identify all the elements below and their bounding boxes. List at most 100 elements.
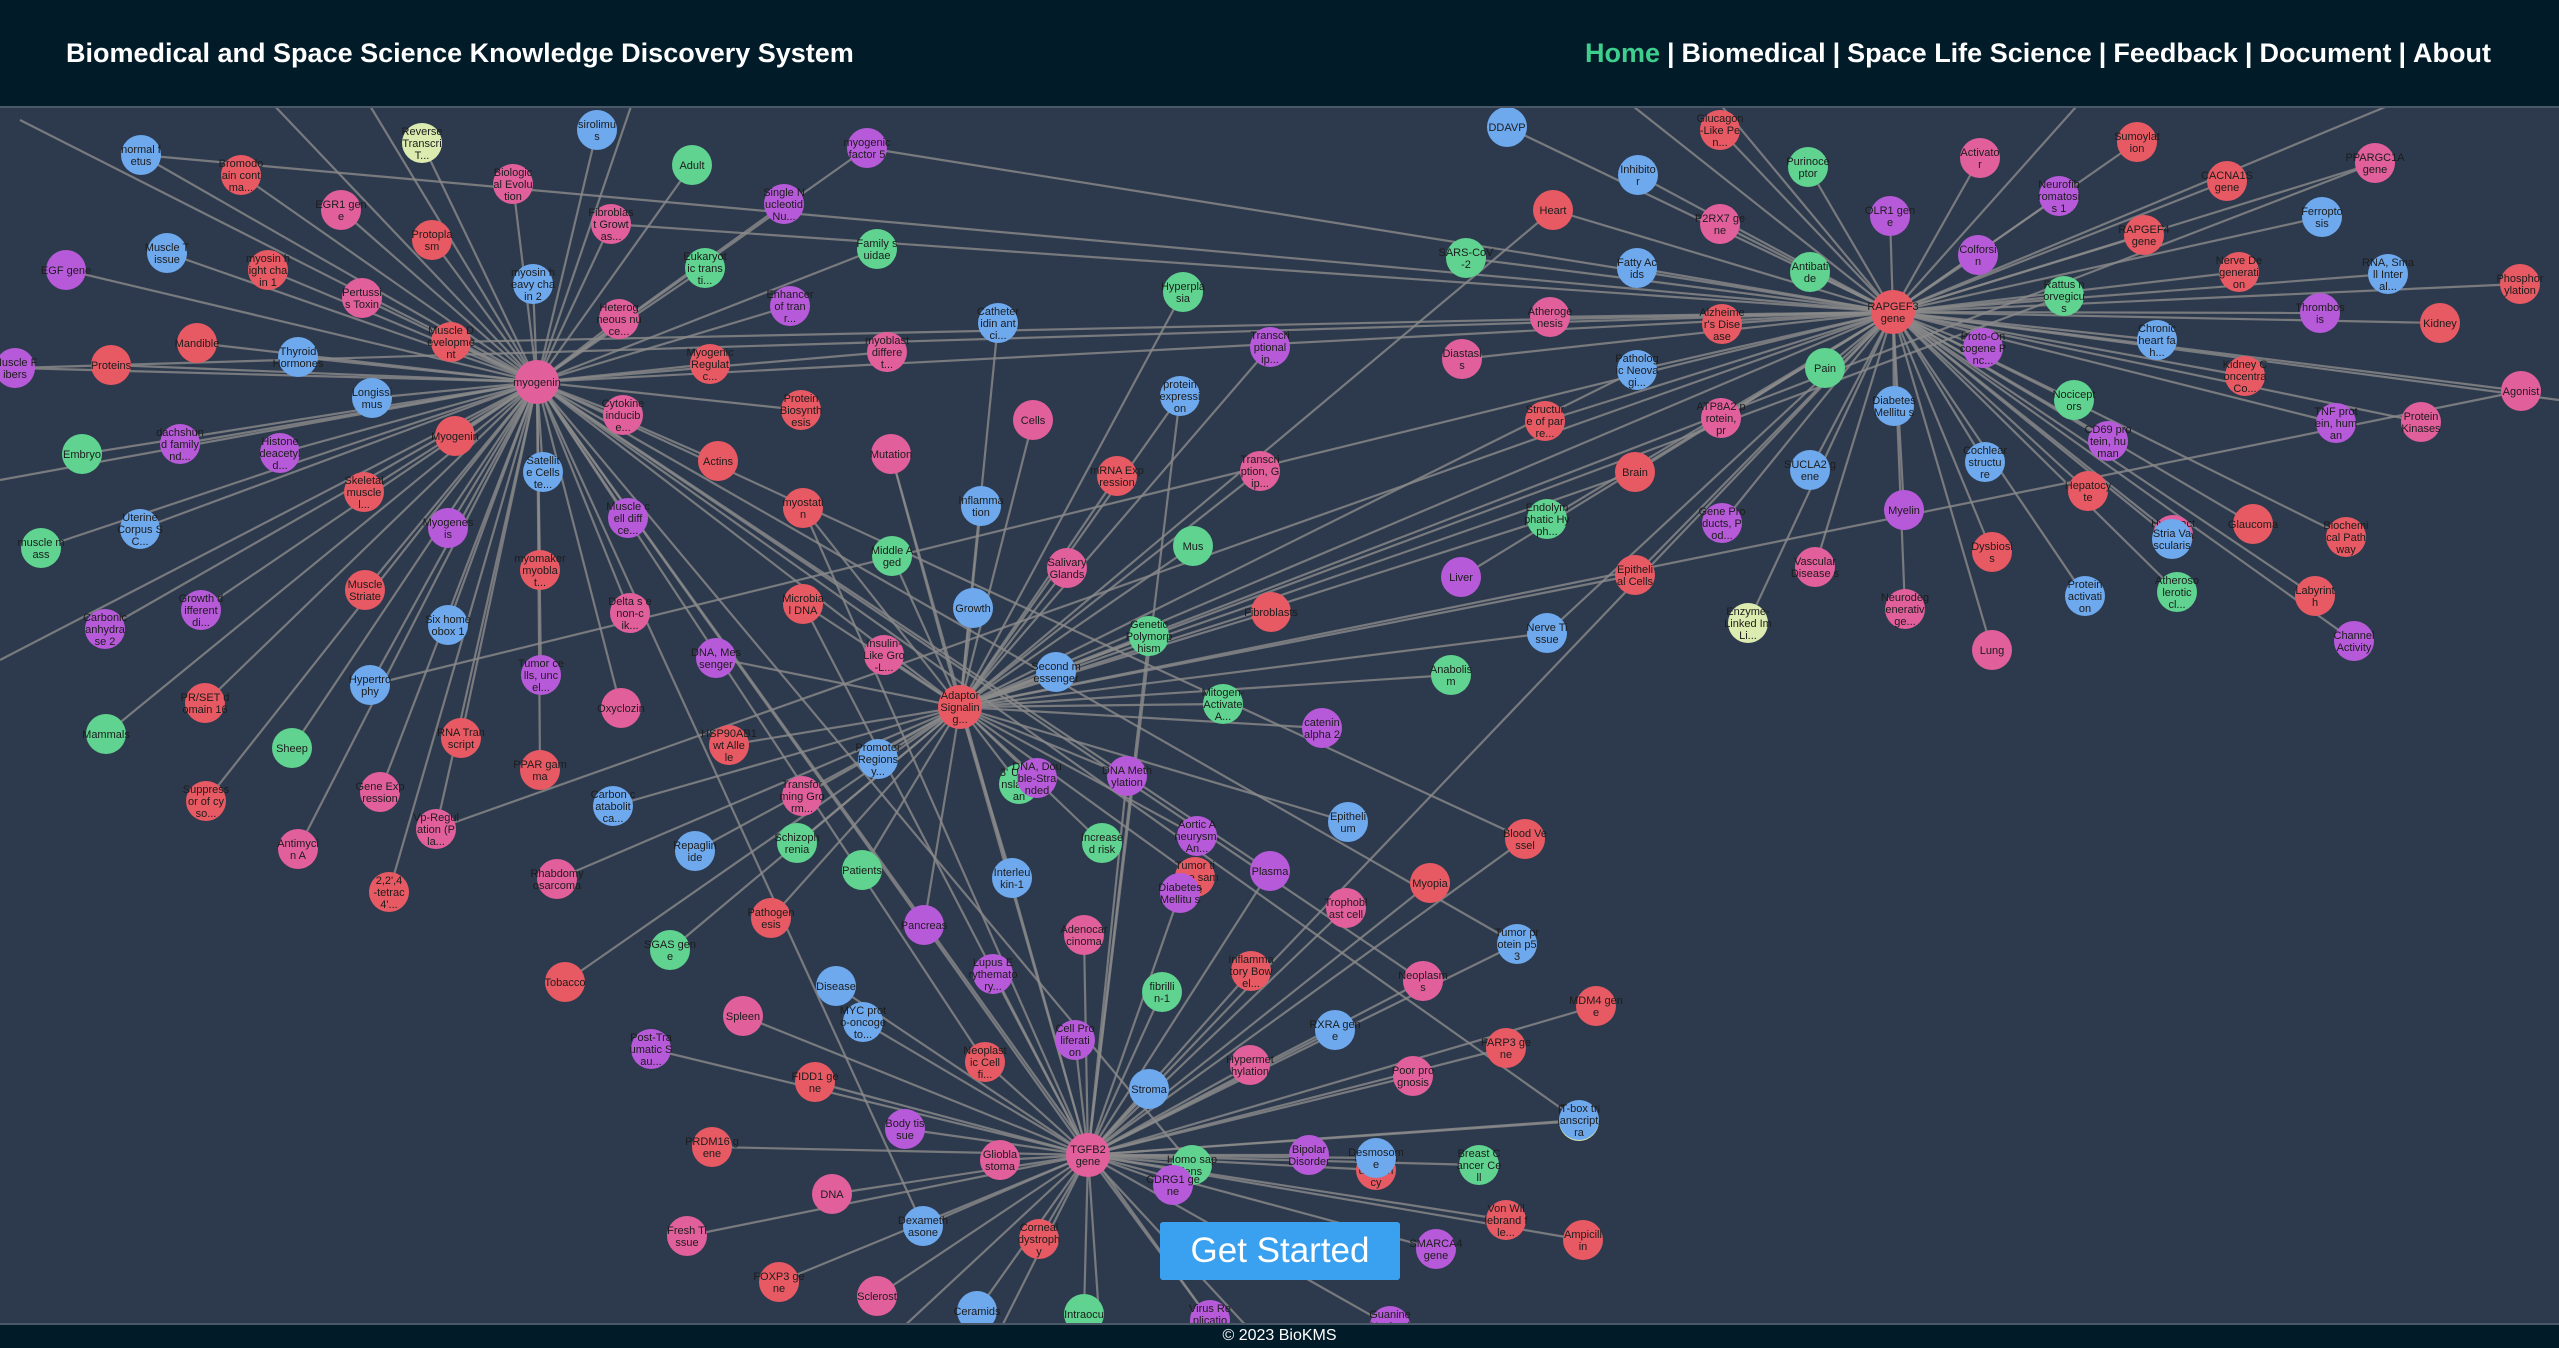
graph-node[interactable]: ProteinKinases: [2401, 402, 2441, 442]
graph-node[interactable]: Lung: [1972, 630, 2012, 670]
graph-node[interactable]: Liver: [1441, 557, 1481, 597]
graph-node[interactable]: Neurodegenerativge...: [1881, 589, 1929, 629]
graph-node[interactable]: FARP3 gene: [1481, 1028, 1531, 1068]
graph-node[interactable]: Ferroptosis: [2301, 197, 2343, 237]
graph-node[interactable]: Myelin: [1884, 490, 1924, 530]
graph-node[interactable]: Inflammation: [958, 486, 1004, 526]
graph-node[interactable]: Post-Traumatic Sau...: [630, 1029, 673, 1069]
graph-node[interactable]: dachshund familynd...: [156, 424, 204, 464]
graph-node[interactable]: Spleen: [723, 996, 763, 1036]
graph-node[interactable]: Inflammatory Bowel...: [1228, 951, 1274, 991]
graph-node[interactable]: Actins: [698, 441, 738, 481]
graph-node[interactable]: GeneticPolymorphism: [1126, 616, 1172, 656]
graph-node[interactable]: myogenicfactor 5: [843, 128, 891, 168]
graph-node[interactable]: Adult: [672, 145, 712, 185]
graph-node[interactable]: Tobacco: [545, 962, 586, 1002]
nav-home[interactable]: Home: [1585, 38, 1660, 68]
graph-node[interactable]: Dysbiosis: [1971, 532, 2013, 572]
graph-node[interactable]: Bromodoain contma...: [219, 155, 264, 195]
graph-node[interactable]: Satellite Cellste...: [523, 452, 563, 492]
graph-node[interactable]: ProteinBiosynthesis: [780, 390, 822, 430]
graph-node[interactable]: myomakermyoblat...: [514, 550, 566, 590]
graph-node[interactable]: Neoplasms: [1398, 961, 1448, 1001]
graph-node[interactable]: Cochlearstructure: [1963, 442, 2007, 482]
graph-node[interactable]: Disease: [816, 966, 856, 1006]
graph-node[interactable]: Inhibitor: [1618, 155, 1658, 195]
graph-node[interactable]: Muscle Fibers: [0, 348, 38, 388]
graph-node[interactable]: PPAR gamma: [513, 750, 567, 790]
graph-node[interactable]: Protoplasm: [412, 220, 454, 260]
graph-node[interactable]: Neurofibromatosis 1: [2038, 176, 2080, 216]
graph-node[interactable]: Glaucoma: [2228, 504, 2279, 544]
graph-node[interactable]: CACNA1Sgene: [2201, 161, 2253, 201]
graph-node[interactable]: PPARGC1Agene: [2345, 143, 2405, 183]
graph-node[interactable]: PRDM16 gene: [685, 1127, 739, 1167]
graph-node[interactable]: Delta s enon-cik...: [608, 593, 652, 633]
graph-node[interactable]: proteinexpression: [1160, 376, 1201, 416]
graph-node[interactable]: Gene Expression: [356, 772, 405, 812]
nav-document[interactable]: Document: [2259, 38, 2391, 68]
graph-node[interactable]: Diastasis: [1442, 339, 1482, 379]
graph-node[interactable]: mRNA Expression: [1090, 456, 1144, 496]
graph-node[interactable]: MuscleStriate: [345, 570, 385, 610]
graph-node[interactable]: PR/SET domain 16: [181, 683, 230, 723]
nav-space-life-science[interactable]: Space Life Science: [1847, 38, 2092, 68]
graph-node[interactable]: RNA Transcript: [437, 718, 485, 758]
graph-node[interactable]: MyogenicRegulatc...: [686, 344, 734, 384]
graph-node[interactable]: Tumor protein p53: [1495, 924, 1540, 964]
graph-node[interactable]: Rhabdomyosarcoma: [530, 859, 584, 899]
graph-node[interactable]: Enhancerof tranr...: [766, 286, 814, 326]
graph-node[interactable]: Middle Aged: [871, 536, 914, 576]
graph-node[interactable]: myostatin: [783, 488, 824, 528]
graph-node[interactable]: Atherosoleroticcl...: [2155, 572, 2199, 612]
graph-node[interactable]: Catheteridin antci...: [977, 303, 1020, 343]
graph-node[interactable]: Cornealdystrophy: [1018, 1219, 1060, 1259]
graph-node[interactable]: Epithelium: [1328, 802, 1368, 842]
graph-node[interactable]: Tumor cells, uncel...: [518, 655, 564, 695]
graph-node[interactable]: Glioblastoma: [980, 1140, 1020, 1180]
graph-node[interactable]: ReverseTranscriT...: [402, 123, 443, 163]
graph-node[interactable]: Insulin-Like Gro-L...: [863, 635, 905, 675]
graph-node[interactable]: Anabolism: [1430, 655, 1473, 695]
graph-node[interactable]: OLR1 gene: [1865, 196, 1915, 236]
graph-node[interactable]: Sumoylation: [2114, 122, 2160, 162]
graph-node[interactable]: Epithelial Cells: [1615, 555, 1655, 595]
graph-node[interactable]: Von Willebrand fle...: [1485, 1200, 1529, 1240]
graph-node[interactable]: Ampicillin: [1563, 1220, 1603, 1260]
graph-node[interactable]: Body tissue: [885, 1109, 925, 1149]
graph-node[interactable]: Phosphorylation: [2496, 264, 2544, 304]
graph-node[interactable]: Suppressor of cyso...: [183, 781, 230, 821]
graph-node[interactable]: DNA, Messenger: [691, 638, 742, 678]
nav-feedback[interactable]: Feedback: [2113, 38, 2238, 68]
graph-node[interactable]: Carbonicanhydrase 2: [83, 609, 128, 649]
graph-node[interactable]: SUCLA2 gene: [1784, 450, 1836, 490]
graph-node[interactable]: Stroma: [1129, 1069, 1169, 1109]
graph-node[interactable]: Biochemical Pathway: [2323, 517, 2369, 557]
graph-node[interactable]: Skeletalmusclel...: [344, 472, 384, 512]
graph-node[interactable]: UterineCorpus SC...: [117, 509, 163, 549]
graph-node[interactable]: Pancreas: [901, 905, 948, 945]
knowledge-graph[interactable]: normal f etus Bromodo ain cont ma... EGR1 gen…: [0, 108, 2559, 1323]
graph-node[interactable]: Lupus Erythematory...: [969, 954, 1018, 994]
graph-node[interactable]: Histonedeacetyld...: [260, 433, 301, 473]
graph-node[interactable]: Transcriptionalip...: [1250, 327, 1290, 367]
graph-node[interactable]: Rattus norvegicus: [2043, 276, 2085, 316]
graph-node[interactable]: Pathologic Neovagi...: [1615, 350, 1659, 390]
knowledge-graph-canvas[interactable]: normal fetus Bromodoain contma... EGR1 gen…: [0, 108, 2559, 1323]
graph-node[interactable]: ChannelActivity: [2334, 621, 2375, 661]
graph-node[interactable]: Thrombosis: [2295, 293, 2345, 333]
graph-node[interactable]: Plasma: [1250, 851, 1290, 891]
graph-node[interactable]: Ceramids: [953, 1291, 1001, 1323]
graph-node[interactable]: myosin heavy chain 2: [511, 264, 556, 304]
graph-node[interactable]: sirolimus: [577, 110, 617, 150]
graph-node[interactable]: Breast Cancer Cell: [1457, 1145, 1502, 1185]
graph-node[interactable]: Chronicheart fah...: [2137, 320, 2177, 360]
graph-hub-node[interactable]: TGFB2gene: [1066, 1133, 1110, 1177]
graph-node[interactable]: Cell Proliferation: [1055, 1020, 1095, 1060]
graph-node[interactable]: SMARCA4gene: [1409, 1229, 1463, 1269]
graph-node[interactable]: Blood Vessel: [1503, 819, 1547, 859]
graph-node[interactable]: Oxyclozin: [597, 688, 645, 728]
graph-node[interactable]: 2,2',4-tetrac4'...: [369, 872, 409, 912]
graph-node[interactable]: fibrillin-1: [1142, 972, 1182, 1012]
graph-node[interactable]: Antimycin A: [277, 829, 319, 869]
